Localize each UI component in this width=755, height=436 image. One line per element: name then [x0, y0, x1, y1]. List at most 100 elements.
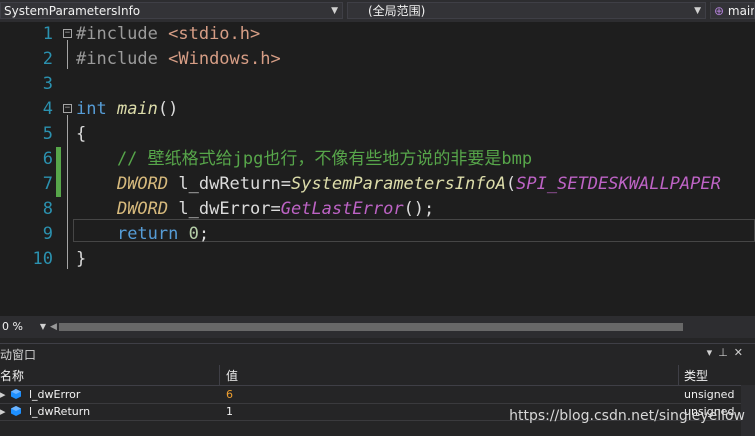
- autos-table-header: 名称 值 类型: [0, 365, 755, 386]
- fold-guide: [67, 115, 68, 269]
- line-number: 4: [42, 99, 53, 119]
- code-line[interactable]: 3: [0, 72, 755, 97]
- code-text: #include <stdio.h>: [76, 22, 260, 47]
- zoom-level: 0 %: [2, 320, 23, 333]
- code-token: (: [505, 174, 517, 194]
- code-line[interactable]: 6 // 壁纸格式给jpg也行，不像有些地方说的非要是bmp: [0, 147, 755, 172]
- code-token: l_dwReturn=: [168, 174, 291, 194]
- code-token: DWORD: [116, 199, 169, 219]
- line-number: 6: [42, 149, 53, 169]
- code-line[interactable]: 4 − int main(): [0, 97, 755, 122]
- line-number: 7: [42, 174, 53, 194]
- column-type-header[interactable]: 类型: [684, 367, 708, 384]
- dropdown-icon[interactable]: ▾: [707, 346, 719, 359]
- autos-window-title: 动窗口: [0, 348, 37, 362]
- function-icon: ⊕: [714, 4, 725, 18]
- code-line[interactable]: 7 DWORD l_dwReturn=SystemParametersInfoA…: [0, 172, 755, 197]
- member-combo[interactable]: ⊕ main: [710, 2, 755, 19]
- variable-name: l_dwReturn: [29, 405, 91, 418]
- code-text: return 0;: [76, 222, 209, 247]
- scrollbar-thumb[interactable]: [59, 323, 683, 331]
- project-combo[interactable]: SystemParametersInfo ▼: [0, 2, 343, 19]
- code-token: DWORD: [116, 174, 169, 194]
- code-text: }: [76, 247, 86, 272]
- chevron-down-icon: ▼: [694, 6, 701, 16]
- code-token: (): [157, 99, 179, 119]
- code-line[interactable]: 8 DWORD l_dwError=GetLastError();: [0, 197, 755, 222]
- code-line[interactable]: 1 − #include <stdio.h>: [0, 22, 755, 47]
- code-token: // 壁纸格式给jpg也行，不像有些地方说的非要是bmp: [76, 149, 533, 169]
- column-divider[interactable]: [219, 365, 220, 385]
- code-token: #include: [76, 24, 169, 44]
- variable-type: unsigned: [684, 388, 735, 401]
- line-number: 1: [42, 24, 53, 44]
- code-token: <Windows.h>: [168, 49, 281, 69]
- code-token: GetLastError: [280, 199, 404, 219]
- code-token: <stdio.h>: [168, 24, 261, 44]
- expand-icon[interactable]: ▸: [0, 387, 6, 402]
- code-token: ;: [198, 224, 210, 244]
- horizontal-scrollbar[interactable]: ◀: [50, 319, 755, 335]
- code-line[interactable]: 5{: [0, 122, 755, 147]
- code-text: // 壁纸格式给jpg也行，不像有些地方说的非要是bmp: [76, 147, 532, 172]
- zoom-combo[interactable]: 0 % ▼: [0, 319, 52, 335]
- code-text: {: [76, 122, 86, 147]
- variable-icon: [11, 406, 21, 416]
- code-token: {: [76, 124, 87, 144]
- code-token: SystemParametersInfoA: [290, 174, 506, 194]
- change-marker: [56, 172, 61, 197]
- close-icon[interactable]: ✕: [734, 346, 749, 359]
- code-token: SPI_SETDESKWALLPAPER: [516, 174, 721, 194]
- column-value-header[interactable]: 值: [226, 367, 238, 384]
- scope-combo[interactable]: (全局范围) ▼: [347, 2, 706, 19]
- code-text: DWORD l_dwError=GetLastError();: [76, 197, 434, 222]
- code-line[interactable]: 9 return 0;: [0, 222, 755, 247]
- line-number: 8: [42, 199, 53, 219]
- chevron-down-icon: ▼: [39, 322, 46, 331]
- variable-icon: [11, 389, 21, 399]
- code-token: }: [76, 249, 87, 269]
- pin-icon[interactable]: ⊥: [718, 346, 734, 359]
- chevron-down-icon: ▼: [331, 6, 338, 16]
- code-line[interactable]: 2 #include <Windows.h>: [0, 47, 755, 72]
- variable-name: l_dwError: [29, 388, 81, 401]
- project-combo-label: SystemParametersInfo: [4, 4, 141, 18]
- autos-window-titlebar: 动窗口 ▾⊥✕: [0, 343, 755, 364]
- code-token: 0: [188, 224, 199, 244]
- code-line[interactable]: 10}: [0, 247, 755, 272]
- code-token: return: [116, 224, 179, 244]
- line-number: 10: [32, 249, 53, 269]
- line-number: 9: [42, 224, 53, 244]
- collapse-icon[interactable]: −: [63, 104, 72, 113]
- code-token: ();: [403, 199, 435, 219]
- code-token: main: [116, 99, 158, 119]
- variable-value[interactable]: 6: [226, 387, 666, 402]
- table-row[interactable]: ▸ l_dwError 6 unsigned: [0, 386, 755, 404]
- column-divider[interactable]: [678, 365, 679, 385]
- code-token: #include: [76, 49, 169, 69]
- code-token: int: [76, 99, 117, 119]
- fold-guide: [67, 40, 68, 69]
- line-number: 5: [42, 124, 53, 144]
- navigation-bar: SystemParametersInfo ▼ (全局范围) ▼ ⊕ main: [0, 0, 755, 23]
- collapse-icon[interactable]: −: [63, 29, 72, 38]
- code-token: l_dwError=: [168, 199, 281, 219]
- line-number: 3: [42, 74, 53, 94]
- code-text: #include <Windows.h>: [76, 47, 281, 72]
- watermark-text: https://blog.csdn.net/singleyellow: [509, 408, 745, 424]
- scroll-left-icon[interactable]: ◀: [50, 322, 57, 332]
- code-text: DWORD l_dwReturn=SystemParametersInfoA(S…: [76, 172, 721, 197]
- code-text: int main(): [76, 97, 178, 122]
- window-buttons: ▾⊥✕: [707, 346, 749, 359]
- scope-combo-label: (全局范围): [368, 4, 426, 18]
- change-marker: [56, 147, 61, 172]
- column-name-header[interactable]: 名称: [0, 367, 24, 384]
- member-combo-label: main: [727, 4, 755, 18]
- expand-icon[interactable]: ▸: [0, 404, 6, 419]
- editor-status-bar: 0 % ▼ ◀: [0, 316, 755, 338]
- code-editor[interactable]: 1− #include <stdio.h> 2 #include <Windows.h…: [0, 22, 755, 316]
